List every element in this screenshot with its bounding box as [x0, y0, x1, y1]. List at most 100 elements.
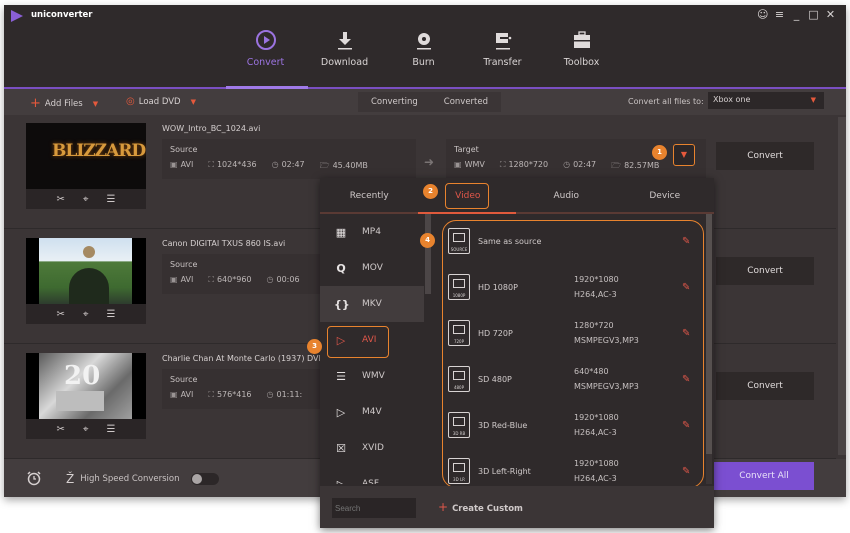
preset-name: HD 1080P	[478, 282, 518, 292]
convert-button[interactable]: Convert	[716, 372, 814, 400]
format-icon: ▣	[454, 160, 462, 169]
nav-download[interactable]: Download	[305, 27, 384, 68]
resolution-icon: ⛶	[208, 160, 214, 169]
user-icon[interactable]: ☺	[757, 8, 768, 21]
convert-all-select[interactable]: Xbox one ▼	[708, 92, 824, 109]
preset-item[interactable]: 3D RB 3D Red-Blue 1920*1080 H264,AC-3 ✎	[442, 402, 692, 448]
format-search-input[interactable]	[332, 498, 416, 518]
convert-all-label: Convert all files to:	[628, 97, 704, 106]
source-resolution: 1024*436	[216, 160, 257, 169]
convert-button[interactable]: Convert	[716, 142, 814, 170]
film-icon: ▦	[335, 225, 347, 239]
resolution-icon: ⛶	[499, 160, 506, 169]
effects-icon[interactable]: ☰	[107, 194, 116, 205]
trim-icon[interactable]: ✂	[57, 194, 65, 205]
preset-name: SD 480P	[478, 374, 512, 384]
crop-icon[interactable]: ⌖	[83, 424, 89, 435]
high-speed-label: High Speed Conversion	[80, 474, 180, 484]
preset-resolution: 1920*1080	[574, 275, 619, 284]
menu-icon[interactable]: ≡	[774, 8, 785, 21]
edit-icon[interactable]: ✎	[682, 466, 690, 477]
preset-item[interactable]: 1080P HD 1080P 1920*1080 H264,AC-3 ✎	[442, 264, 692, 310]
source-duration: 02:47	[281, 160, 305, 169]
trim-icon[interactable]: ✂	[57, 424, 65, 435]
nav-toolbox[interactable]: Toolbox	[542, 27, 621, 68]
high-speed-toggle[interactable]	[191, 473, 220, 485]
format-label: M4V	[362, 407, 382, 417]
convert-all-button[interactable]: Convert All	[714, 462, 814, 490]
video-thumbnail[interactable]: ✂ ⌖ ☰	[26, 238, 146, 324]
format-wmv[interactable]: ☰ WMV	[320, 358, 424, 394]
edit-icon[interactable]: ✎	[682, 236, 690, 247]
effects-icon[interactable]: ☰	[107, 309, 116, 320]
nav-burn[interactable]: Burn	[384, 27, 463, 68]
format-mov[interactable]: Q MOV	[320, 250, 424, 286]
quicktime-icon: Q	[336, 261, 346, 275]
format-asf[interactable]: ▷ ASF	[320, 466, 424, 485]
format-mp4[interactable]: ▦ MP4	[320, 214, 424, 250]
maximize-icon[interactable]: □	[808, 8, 819, 21]
nav-convert[interactable]: Convert	[226, 27, 305, 68]
trim-icon[interactable]: ✂	[57, 309, 65, 320]
format-label: WMV	[362, 371, 385, 381]
tab-recently[interactable]: Recently	[320, 178, 419, 212]
source-size: 45.40MB	[332, 161, 368, 170]
nav-transfer[interactable]: Transfer	[463, 27, 542, 68]
asf-icon: ▷	[336, 477, 346, 485]
video-tab-highlight	[445, 183, 489, 209]
preset-resolution: 1920*1080	[574, 459, 619, 468]
burn-icon	[416, 33, 431, 50]
alarm-icon[interactable]	[26, 470, 42, 490]
preset-file-icon: 1080P	[448, 274, 470, 300]
load-dvd-button[interactable]: ◎ Load DVD ▼	[126, 96, 196, 107]
preset-resolution: 1280*720	[574, 321, 614, 330]
format-m4v[interactable]: ▷ M4V	[320, 394, 424, 430]
app-name: uniconverter	[31, 10, 93, 20]
edit-icon[interactable]: ✎	[682, 328, 690, 339]
target-format: WMV	[464, 160, 485, 169]
video-thumbnail[interactable]: BLIZZARD ✂ ⌖ ☰	[26, 123, 146, 209]
tab-converted[interactable]: Converted	[430, 92, 502, 112]
edit-icon[interactable]: ✎	[682, 420, 690, 431]
main-scrollbar[interactable]	[838, 117, 846, 455]
source-format: AVI	[180, 390, 194, 399]
target-size: 82.57MB	[624, 161, 660, 170]
source-resolution: 640*960	[216, 275, 252, 284]
app-logo-icon	[11, 10, 23, 22]
format-scrollbar[interactable]	[425, 214, 431, 294]
target-info: Target ▣ WMV ⛶ 1280*720 ◷ 02:47 🗁 82.57MB	[446, 139, 706, 179]
preset-name: 3D Red-Blue	[478, 420, 528, 430]
format-label: XVID	[362, 443, 384, 453]
convert-button[interactable]: Convert	[716, 257, 814, 285]
preset-item[interactable]: 480P SD 480P 640*480 MSMPEGV3,MP3 ✎	[442, 356, 692, 402]
step-badge: 3	[307, 339, 322, 354]
close-icon[interactable]: ✕	[825, 8, 836, 21]
video-thumbnail[interactable]: 20 ✂ ⌖ ☰	[26, 353, 146, 439]
minimize-icon[interactable]: _	[791, 8, 802, 21]
tab-converting[interactable]: Converting	[358, 92, 431, 112]
source-format: AVI	[180, 275, 194, 284]
format-xvid[interactable]: ☒ XVID	[320, 430, 424, 466]
preset-item[interactable]: 720P HD 720P 1280*720 MSMPEGV3,MP3 ✎	[442, 310, 692, 356]
format-icon: ▣	[170, 390, 178, 399]
file-name: Canon DIGITAI TXUS 860 IS.avi	[162, 239, 286, 248]
preset-codec: MSMPEGV3,MP3	[574, 382, 639, 391]
add-files-label: Add Files	[44, 98, 83, 109]
preset-item[interactable]: SOURCE Same as source ✎	[442, 218, 692, 264]
create-custom-button[interactable]: + Create Custom	[438, 500, 523, 514]
effects-icon[interactable]: ☰	[107, 424, 116, 435]
format-mkv[interactable]: {} MKV	[320, 286, 424, 322]
edit-icon[interactable]: ✎	[682, 374, 690, 385]
preset-scrollbar[interactable]	[706, 214, 712, 484]
crop-icon[interactable]: ⌖	[83, 309, 89, 320]
preset-codec: H264,AC-3	[574, 290, 617, 299]
crop-icon[interactable]: ⌖	[83, 194, 89, 205]
tab-device[interactable]: Device	[616, 178, 715, 212]
tab-audio[interactable]: Audio	[517, 178, 616, 212]
arrow-right-icon: ➜	[424, 155, 435, 169]
add-files-button[interactable]: + Add Files ▼	[30, 96, 98, 111]
target-format-dropdown[interactable]: ▼	[673, 144, 695, 166]
caret-down-icon: ▼	[190, 97, 196, 106]
edit-icon[interactable]: ✎	[682, 282, 690, 293]
nav-toolbox-label: Toolbox	[563, 57, 600, 68]
